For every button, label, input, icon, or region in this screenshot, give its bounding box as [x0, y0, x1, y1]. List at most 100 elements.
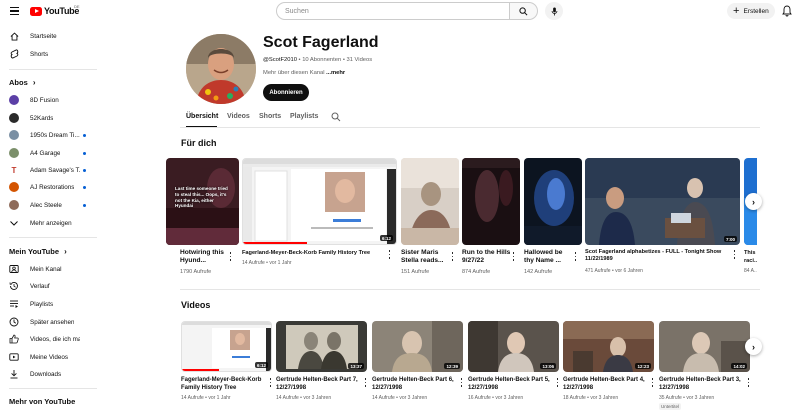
more-options-icon[interactable]	[460, 378, 463, 387]
video-thumbnail[interactable]: 12:23	[563, 321, 654, 372]
more-options-icon[interactable]	[388, 250, 391, 259]
channel-avatar-image	[186, 34, 256, 104]
subscription-label: Alec Steele	[30, 201, 62, 209]
subscription-label: Adam Savage's T...	[30, 166, 80, 174]
sidebar-item-watch-later[interactable]: Später ansehen	[0, 314, 100, 330]
video-thumbnail[interactable]: 13:37	[276, 321, 367, 372]
video-title[interactable]: Fagerland-Meyer-Beck-Korb Family History…	[242, 249, 392, 258]
video-title[interactable]: Scot Fagerland alphabetizes - FULL - Ton…	[585, 249, 735, 267]
new-content-dot	[83, 133, 86, 137]
subscriptions-header[interactable]: Abos ›	[9, 78, 36, 87]
more-options-icon[interactable]	[512, 252, 515, 261]
download-icon	[9, 369, 19, 379]
video-meta: 14 Aufrufe • vor 1 Jahr	[181, 395, 231, 401]
video-meta: 874 Aufrufe	[462, 269, 491, 275]
notifications-bell-icon[interactable]	[782, 5, 792, 17]
tabs-divider	[180, 127, 760, 128]
video-duration: 13:37	[348, 363, 364, 369]
show-more-label: Mehr anzeigen	[30, 219, 72, 227]
video-title[interactable]: Sister Maris Stella reads...	[401, 249, 451, 266]
tab-playlists[interactable]: Playlists	[290, 113, 318, 120]
video-title[interactable]: Gertrude Helten-Beck Part 7, 12/27/1998	[276, 376, 361, 393]
more-options-icon[interactable]	[651, 378, 654, 387]
more-options-icon[interactable]	[451, 252, 454, 261]
video-title[interactable]: Hotwiring this Hyund...	[180, 249, 230, 266]
sidebar-item-label: Startseite	[30, 32, 57, 40]
subscription-item[interactable]: T Adam Savage's T...	[0, 162, 100, 178]
video-title[interactable]: Gertrude Helten-Beck Part 6, 12/27/1998	[372, 376, 457, 393]
top-bar: YouTube DE Suchen + Erstellen	[0, 0, 799, 24]
voice-search-button[interactable]	[545, 2, 563, 20]
video-thumbnail[interactable]: 6:12	[242, 158, 397, 245]
you-header[interactable]: Mein YouTube ›	[9, 247, 67, 256]
sidebar-item-home[interactable]: Startseite	[0, 28, 100, 44]
video-thumbnail[interactable]	[462, 158, 520, 245]
subscription-item[interactable]: AJ Restorations	[0, 179, 100, 195]
more-options-icon[interactable]	[269, 378, 272, 387]
more-options-icon[interactable]	[733, 250, 736, 259]
sidebar-item-label: Meine Videos	[30, 353, 69, 361]
channel-search-icon[interactable]	[331, 112, 341, 122]
video-thumbnail[interactable]: Last time someone tried to steal this...…	[166, 158, 239, 245]
channel-about-link[interactable]: Mehr über diesen Kanal ...mehr	[263, 70, 345, 76]
sidebar-divider	[9, 237, 97, 238]
search-input[interactable]: Suchen	[276, 2, 510, 20]
video-meta: 14 Aufrufe • vor 1 Jahr	[242, 260, 292, 266]
video-thumbnail[interactable]	[401, 158, 459, 245]
more-options-icon[interactable]	[747, 378, 750, 387]
menu-icon[interactable]	[10, 7, 19, 15]
video-thumbnail[interactable]	[524, 158, 582, 245]
video-duration: 6:12	[379, 235, 393, 241]
video-title[interactable]: Run to the Hills 9/27/22	[462, 249, 512, 266]
subscribe-button[interactable]: Abonnieren	[263, 84, 309, 101]
subscription-item[interactable]: 8D Fusion	[0, 92, 100, 108]
new-content-dot	[83, 168, 86, 172]
sidebar-item-your-videos[interactable]: Meine Videos	[0, 349, 100, 365]
video-thumbnail[interactable]: 6:12	[181, 321, 272, 372]
video-thumbnail[interactable]: 14:02	[659, 321, 750, 372]
video-duration: 12:39	[444, 363, 460, 369]
sidebar-item-downloads[interactable]: Downloads	[0, 366, 100, 382]
tab-videos[interactable]: Videos	[227, 113, 250, 120]
sidebar-item-history[interactable]: Verlauf	[0, 278, 100, 294]
more-options-icon[interactable]	[556, 378, 559, 387]
tab-shorts[interactable]: Shorts	[259, 113, 281, 120]
video-title[interactable]: Gertrude Helten-Beck Part 5, 12/27/1998	[468, 376, 553, 393]
sidebar-item-label: Später ansehen	[30, 318, 75, 326]
subscription-item[interactable]: A4 Garage	[0, 145, 100, 161]
sidebar-item-liked-videos[interactable]: Videos, die ich mag	[0, 331, 100, 347]
video-thumbnail[interactable]: 13:06	[468, 321, 559, 372]
subscription-item[interactable]: 52Kards	[0, 110, 100, 126]
search-button[interactable]	[510, 2, 538, 20]
video-title[interactable]: Hallowed be thy Name ...	[524, 249, 574, 266]
video-thumbnail[interactable]: 7:00	[585, 158, 740, 245]
shelf-next-button[interactable]: ›	[745, 193, 762, 210]
sidebar-item-your-channel[interactable]: Mein Kanal	[0, 261, 100, 277]
video-title[interactable]: Fagerland-Meyer-Beck-Korb Family History…	[181, 376, 266, 393]
chevron-right-icon: ›	[64, 247, 67, 256]
video-title[interactable]: This raci...	[744, 249, 757, 266]
video-meta: 16 Aufrufe • vor 3 Jahren	[468, 395, 524, 401]
video-thumbnail[interactable]: 12:39	[372, 321, 463, 372]
more-options-icon[interactable]	[574, 252, 577, 261]
more-options-icon[interactable]	[364, 378, 367, 387]
video-title[interactable]: Gertrude Helten-Beck Part 4, 12/27/1998	[563, 376, 648, 393]
shelf-next-button[interactable]: ›	[745, 338, 762, 355]
my-videos-icon	[9, 352, 19, 362]
create-button[interactable]: + Erstellen	[727, 3, 775, 19]
sidebar-item-shorts[interactable]: Shorts	[0, 46, 100, 62]
more-options-icon[interactable]	[229, 252, 232, 261]
tab-home[interactable]: Übersicht	[186, 113, 218, 120]
show-more-button[interactable]: Mehr anzeigen	[0, 215, 100, 231]
channel-avatar-large[interactable]	[186, 34, 256, 104]
subscription-label: A4 Garage	[30, 149, 61, 157]
subscription-item[interactable]: Alec Steele	[0, 197, 100, 213]
subscription-item[interactable]: 1950s Dream Ti...	[0, 127, 100, 143]
chevron-right-icon: ›	[752, 341, 755, 352]
sidebar-item-playlists[interactable]: Playlists	[0, 296, 100, 312]
youtube-logo[interactable]: YouTube	[30, 6, 79, 16]
channel-avatar	[9, 182, 19, 192]
video-meta: 14 Aufrufe • vor 3 Jahren	[372, 395, 428, 401]
video-title[interactable]: Gertrude Helten-Beck Part 3, 12/27/1998	[659, 376, 744, 393]
watch-later-icon	[9, 317, 19, 327]
